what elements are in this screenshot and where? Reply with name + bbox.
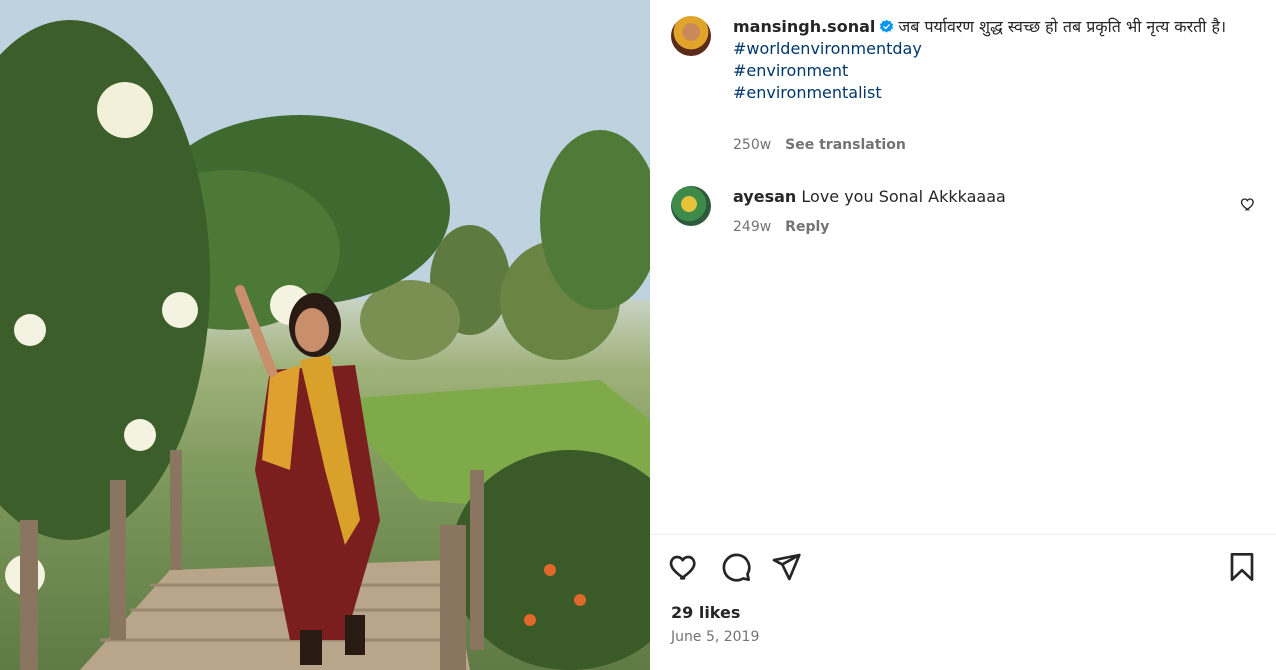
caption-hashtags: #worldenvironmentday #environment #envir… [733,38,1258,104]
post-photo[interactable] [0,0,650,670]
post-view: mansingh.sonal जब पर्यावरण शुद्ध स्वच्छ ह… [0,0,1276,670]
owner-username[interactable]: mansingh.sonal [733,17,875,36]
comment-like-heart-icon[interactable] [1240,196,1256,212]
comment-age[interactable]: 249w [733,219,771,235]
likes-count[interactable]: 29 likes [671,603,740,622]
caption-text: जब पर्यावरण शुद्ध स्वच्छ हो तब प्रकृति भ… [898,17,1227,36]
comment-text: Love you Sonal Akkkaaaa [801,187,1006,206]
comment-meta: 249w Reply [733,219,829,235]
garden-photo-illustration [0,0,650,670]
bookmark-icon[interactable] [1226,551,1258,583]
post-caption: mansingh.sonal जब पर्यावरण शुद्ध स्वच्छ ह… [733,16,1258,104]
reply-button[interactable]: Reply [785,219,829,235]
commenter-username[interactable]: ayesan [733,187,796,206]
commenter-avatar[interactable] [671,186,711,226]
actions-divider [650,534,1276,535]
comment-bubble-icon[interactable] [720,551,752,583]
post-action-bar [650,547,1276,587]
post-date[interactable]: June 5, 2019 [671,629,759,645]
owner-avatar[interactable] [671,16,711,56]
hashtag-link[interactable]: #environment [733,60,1258,82]
hashtag-link[interactable]: #worldenvironmentday [733,38,1258,60]
see-translation-button[interactable]: See translation [785,137,906,153]
comment-item: ayesan Love you Sonal Akkkaaaa [733,186,1233,208]
paper-plane-icon[interactable] [770,551,802,583]
verified-badge-icon [880,19,894,33]
caption-age[interactable]: 250w [733,137,771,153]
hashtag-link[interactable]: #environmentalist [733,82,1258,104]
heart-icon[interactable] [668,551,700,583]
post-details-panel: mansingh.sonal जब पर्यावरण शुद्ध स्वच्छ ह… [650,0,1276,670]
caption-meta: 250w See translation [733,137,906,153]
